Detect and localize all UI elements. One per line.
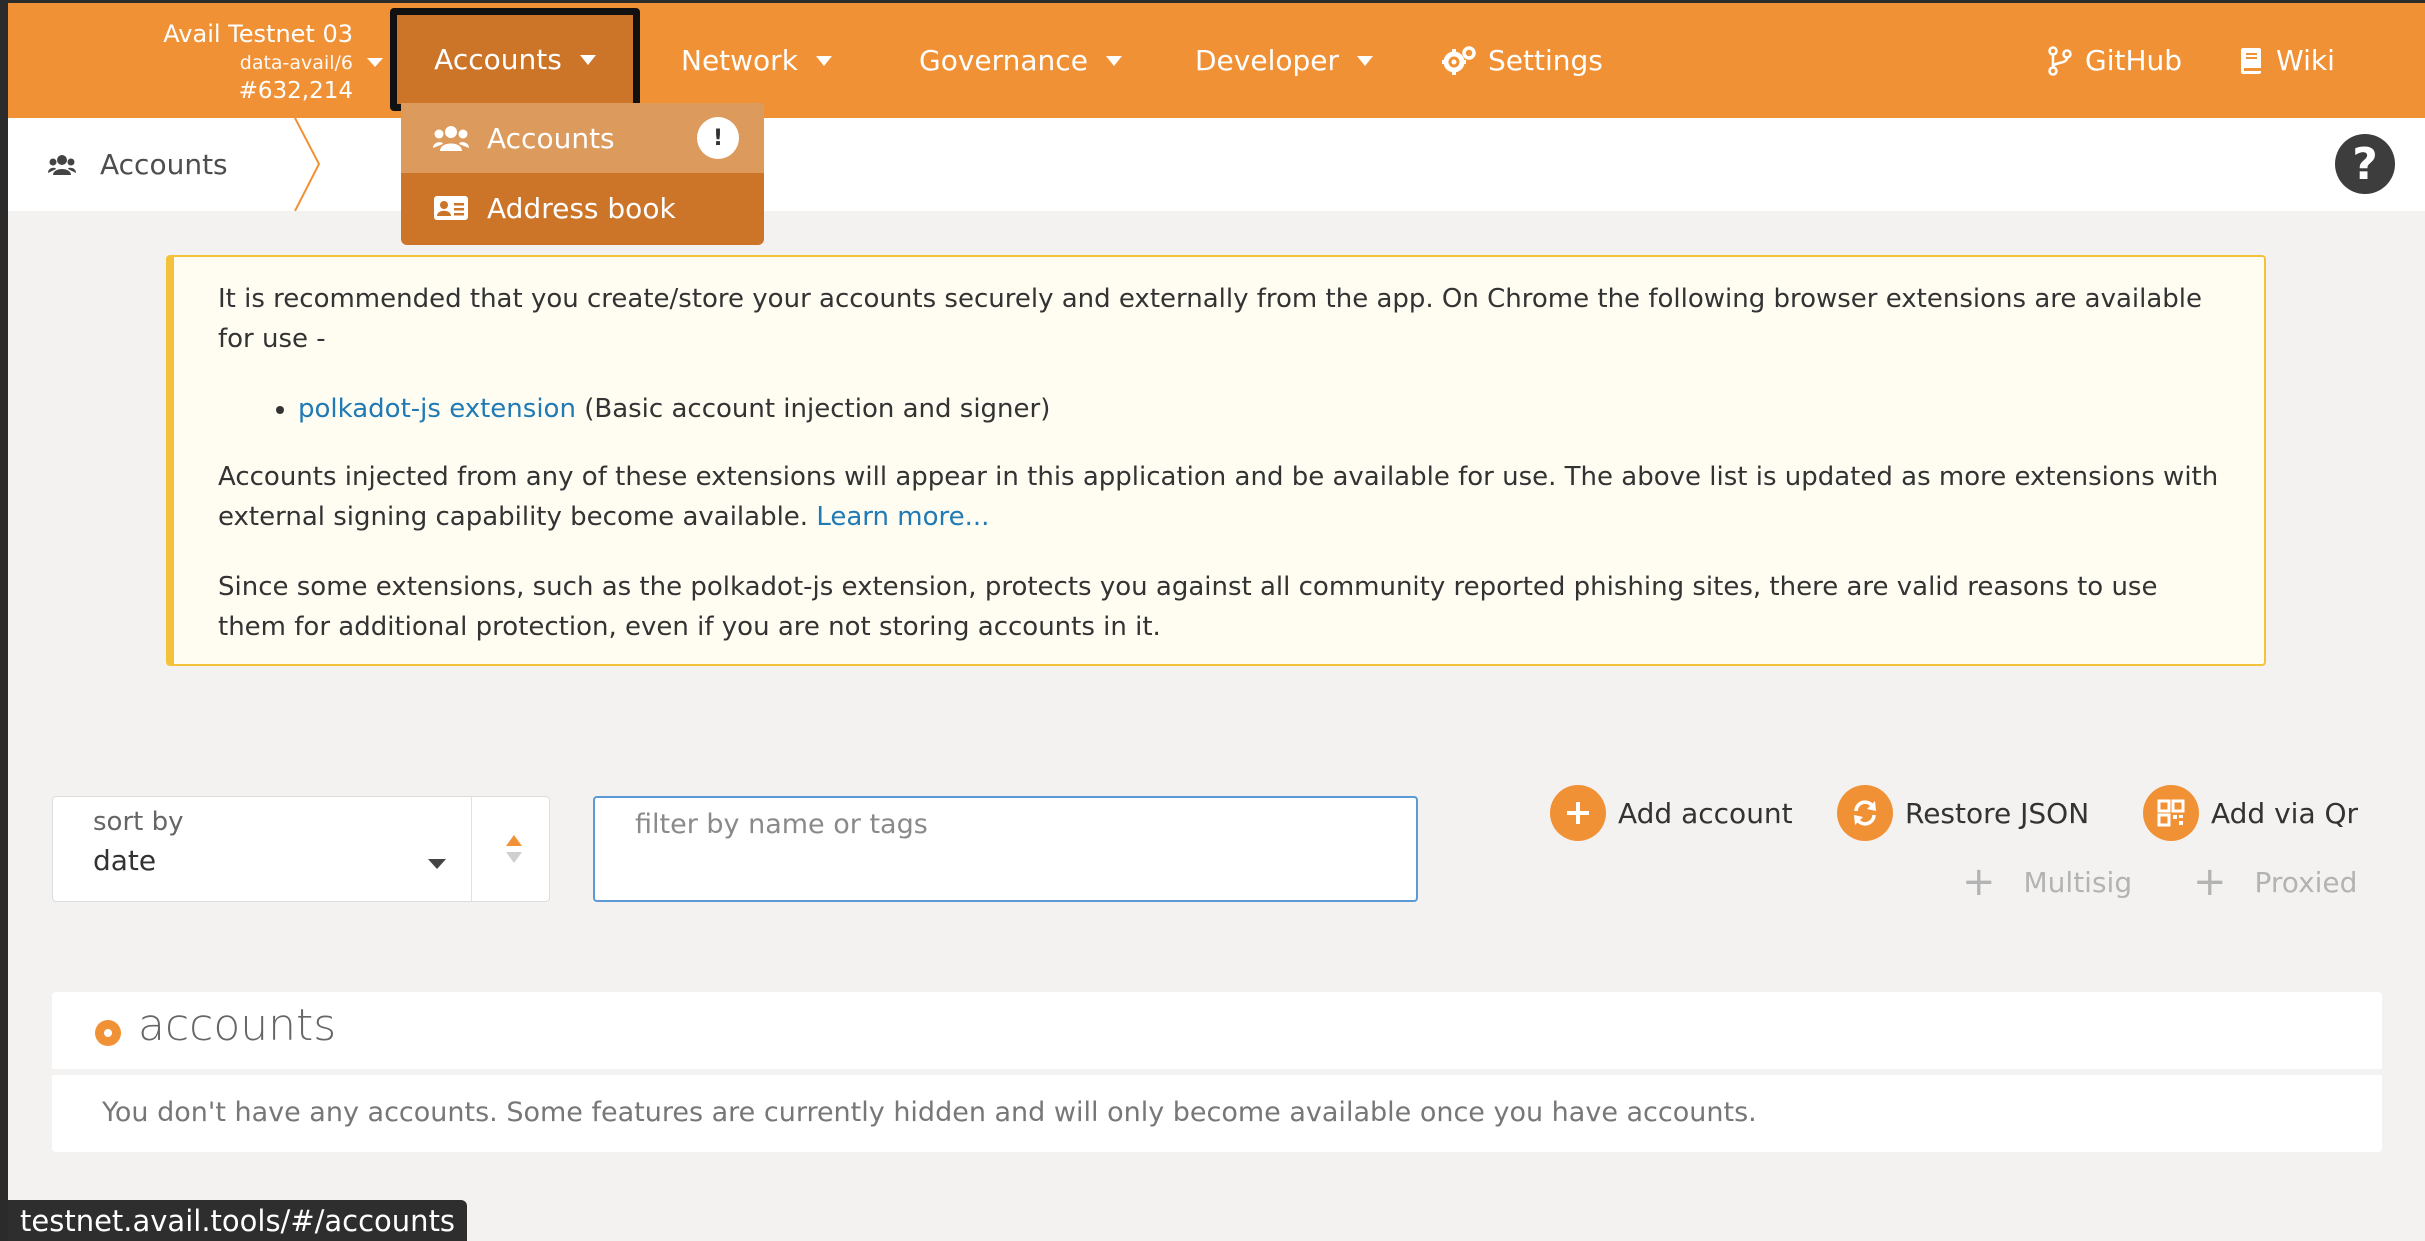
- sub-header: Accounts ?: [8, 118, 2425, 211]
- chevron-down-icon: [815, 55, 832, 66]
- add-account-button[interactable]: Add account: [1550, 785, 1793, 841]
- address-card-icon: [434, 196, 468, 220]
- chevron-down-icon: [428, 859, 446, 869]
- nav-developer[interactable]: Developer: [1195, 3, 1374, 118]
- menu-item-accounts[interactable]: Accounts !: [401, 103, 764, 173]
- extension-info-box: It is recommended that you create/store …: [166, 255, 2266, 666]
- accounts-section-title: accounts: [138, 1000, 337, 1051]
- users-icon: [48, 154, 76, 175]
- nav-governance-label: Governance: [919, 44, 1088, 77]
- proxied-button[interactable]: + Proxied: [2193, 862, 2357, 902]
- chevron-down-icon: [1105, 55, 1122, 66]
- accounts-empty-row: You don't have any accounts. Some featur…: [52, 1075, 2382, 1152]
- chevron-down-icon: [367, 58, 383, 67]
- sort-by-label: sort by: [93, 807, 184, 837]
- sort-order-icon[interactable]: [505, 835, 523, 863]
- tab-separator-chevron: [294, 118, 321, 211]
- list-item: polkadot-js extension (Basic account inj…: [298, 389, 2220, 429]
- tab-accounts[interactable]: Accounts: [48, 118, 228, 211]
- multisig-button[interactable]: + Multisig: [1962, 862, 2132, 902]
- qrcode-icon: [2143, 785, 2199, 841]
- nav-network-label: Network: [681, 44, 798, 77]
- gears-icon: [1442, 45, 1476, 75]
- dot-icon: [95, 1020, 121, 1046]
- plus-icon: +: [1962, 859, 1996, 905]
- filter-input[interactable]: [593, 796, 1418, 902]
- add-account-label: Add account: [1618, 796, 1793, 830]
- nav-developer-label: Developer: [1195, 44, 1340, 77]
- info-text: Accounts injected from any of these exte…: [218, 462, 2219, 532]
- nav-github-label: GitHub: [2085, 44, 2183, 77]
- chain-selector[interactable]: Avail Testnet 03 data-avail/6 #632,214: [158, 20, 383, 110]
- learn-more-link[interactable]: Learn more...: [816, 502, 989, 532]
- nav-settings-label: Settings: [1488, 44, 1603, 77]
- book-icon: [2241, 47, 2261, 74]
- nav-accounts-label: Accounts: [434, 43, 562, 76]
- chain-name: Avail Testnet 03: [163, 20, 353, 48]
- proxied-label: Proxied: [2254, 865, 2358, 899]
- extension-list: polkadot-js extension (Basic account inj…: [218, 389, 2220, 429]
- add-via-qr-button[interactable]: Add via Qr: [2143, 785, 2358, 841]
- plus-icon: +: [2193, 859, 2227, 905]
- plus-icon: [1550, 785, 1606, 841]
- restore-json-button[interactable]: Restore JSON: [1837, 785, 2089, 841]
- sort-by-value: date: [93, 844, 157, 877]
- sort-by-dropdown[interactable]: sort by date: [52, 796, 550, 902]
- chevron-down-icon: [1357, 55, 1374, 66]
- nav-wiki[interactable]: Wiki: [2238, 3, 2335, 118]
- polkadot-js-extension-link[interactable]: polkadot-js extension: [298, 394, 576, 424]
- status-bar-url: testnet.avail.tools/#/accounts: [8, 1200, 468, 1241]
- best-block-number: #632,214: [238, 78, 353, 104]
- restore-json-label: Restore JSON: [1905, 796, 2090, 830]
- accounts-dropdown-menu: Accounts ! Address book: [401, 103, 764, 245]
- chevron-down-icon: [579, 54, 596, 65]
- warning-badge: !: [697, 117, 739, 159]
- nav-wiki-label: Wiki: [2276, 44, 2335, 77]
- help-icon[interactable]: ?: [2335, 134, 2395, 194]
- tab-accounts-label: Accounts: [100, 148, 228, 181]
- add-via-qr-label: Add via Qr: [2211, 796, 2359, 830]
- nav-settings[interactable]: Settings: [1442, 3, 1603, 118]
- chain-spec: data-avail/6: [239, 52, 353, 74]
- info-paragraph: It is recommended that you create/store …: [218, 284, 2202, 354]
- menu-item-address-book[interactable]: Address book: [401, 173, 764, 243]
- extension-description: (Basic account injection and signer): [575, 394, 1051, 424]
- users-icon: [433, 126, 469, 151]
- nav-accounts[interactable]: Accounts: [390, 8, 640, 111]
- nav-network[interactable]: Network: [681, 3, 832, 118]
- window-left-border: [0, 0, 8, 1241]
- nav-github[interactable]: GitHub: [2047, 3, 2182, 118]
- code-branch-icon: [2048, 45, 2072, 76]
- multisig-label: Multisig: [2023, 865, 2133, 899]
- info-paragraph: Accounts injected from any of these exte…: [218, 457, 2220, 537]
- top-navbar: Avail Testnet 03 data-avail/6 #632,214 A…: [8, 3, 2425, 118]
- menu-item-accounts-label: Accounts: [487, 121, 615, 155]
- sync-icon: [1837, 785, 1893, 841]
- nav-governance[interactable]: Governance: [919, 3, 1122, 118]
- divider: [471, 797, 472, 901]
- accounts-table-header: accounts: [52, 992, 2382, 1069]
- info-paragraph: Since some extensions, such as the polka…: [218, 572, 2158, 642]
- accounts-empty-message: You don't have any accounts. Some featur…: [102, 1097, 1757, 1128]
- menu-item-address-book-label: Address book: [487, 191, 676, 225]
